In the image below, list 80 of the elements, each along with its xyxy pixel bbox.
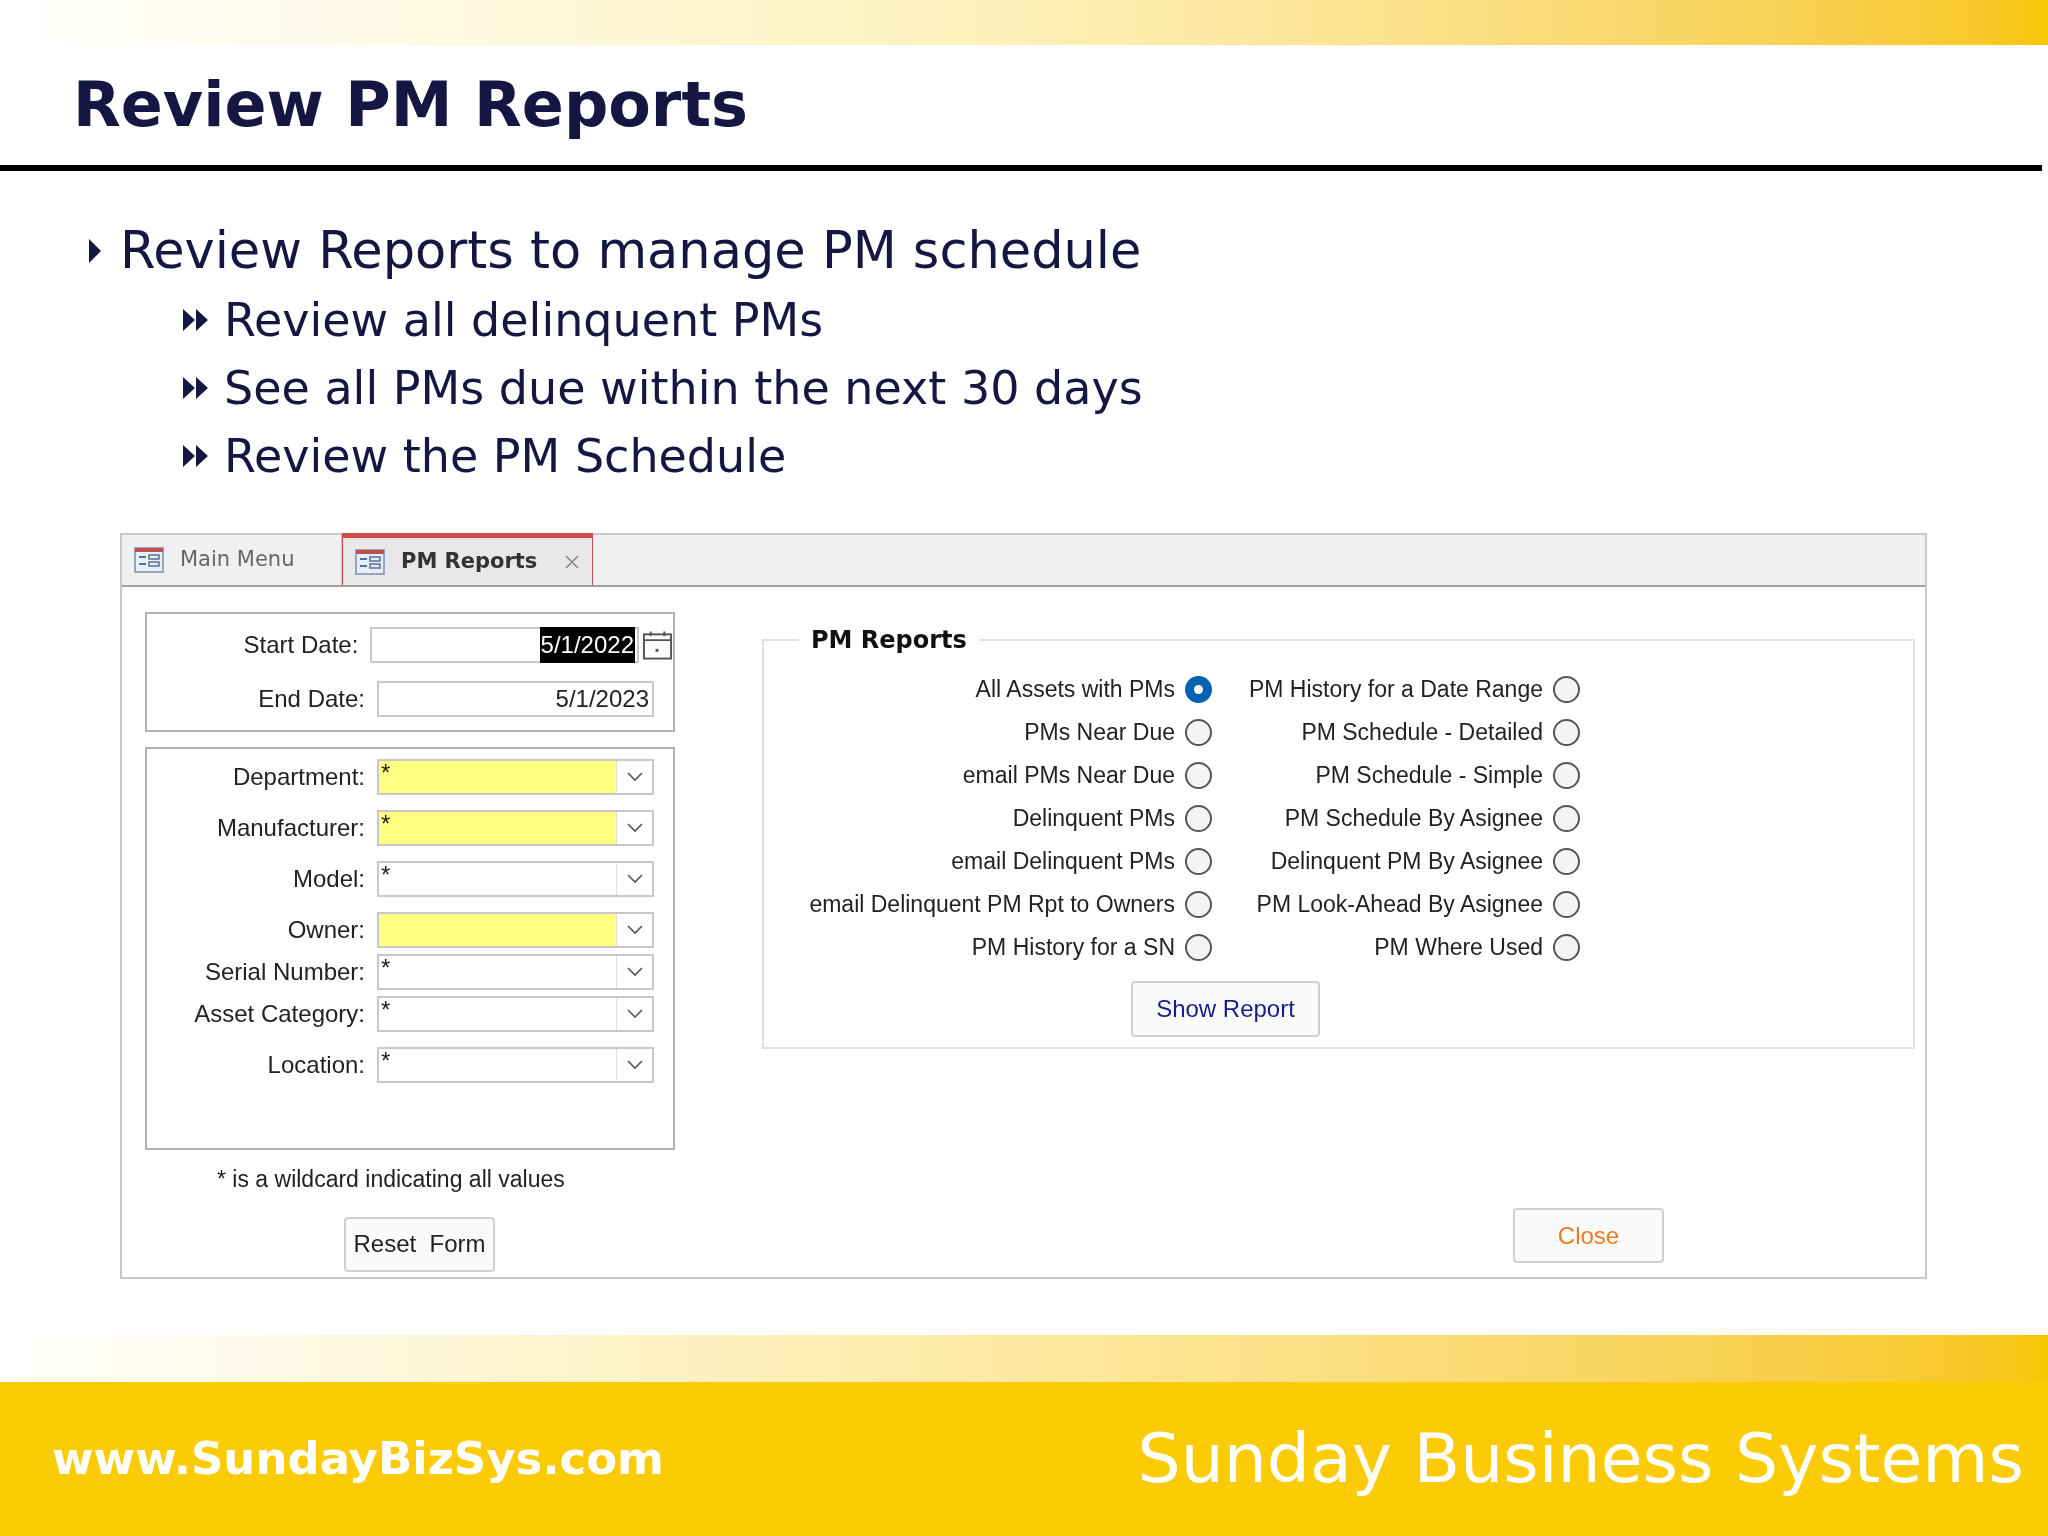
- field-label: Start Date:: [242, 630, 359, 660]
- radio-button[interactable]: [1185, 762, 1212, 789]
- field-label: Manufacturer:: [215, 813, 365, 843]
- field-value: *: [381, 861, 391, 888]
- combo-box[interactable]: *: [377, 996, 654, 1032]
- field-label: Location:: [266, 1050, 365, 1080]
- radio-button[interactable]: [1553, 805, 1580, 832]
- radio-button[interactable]: [1553, 891, 1580, 918]
- show-report-button[interactable]: Show Report: [1131, 981, 1320, 1037]
- double-triangle-bullet-icon: [182, 308, 210, 332]
- radio-button[interactable]: [1185, 934, 1212, 961]
- option-label: PM Schedule By Asignee: [1284, 804, 1543, 834]
- form-icon: [355, 548, 385, 575]
- wildcard-note: * is a wildcard indicating all values: [217, 1165, 566, 1194]
- radio-button[interactable]: [1185, 676, 1212, 703]
- tab-label: Main Menu: [180, 546, 295, 574]
- option-label: All Assets with PMs: [975, 675, 1175, 705]
- radio-button[interactable]: [1553, 676, 1580, 703]
- field-label: Model:: [291, 864, 365, 894]
- sub-bullet-text: Review all delinquent PMs: [224, 291, 824, 349]
- field-value: *: [381, 1047, 391, 1074]
- field-value: *: [381, 810, 391, 837]
- chevron-down-icon[interactable]: [626, 1009, 643, 1019]
- tab-label: PM Reports: [401, 547, 538, 575]
- date-field[interactable]: 5/1/2023: [377, 681, 654, 717]
- radio-button[interactable]: [1185, 719, 1212, 746]
- combo-box[interactable]: *: [377, 1047, 654, 1083]
- radio-button[interactable]: [1185, 848, 1212, 875]
- date-value: 5/1/2022: [539, 627, 635, 663]
- radio-button[interactable]: [1553, 848, 1580, 875]
- chevron-down-icon[interactable]: [626, 925, 643, 935]
- double-triangle-bullet-icon: [182, 376, 210, 400]
- double-triangle-bullet-icon: [182, 444, 210, 468]
- date-field[interactable]: 5/1/2022: [370, 627, 639, 663]
- triangle-bullet-icon: [88, 238, 102, 264]
- option-label: Delinquent PMs: [1012, 804, 1175, 834]
- option-label: email Delinquent PM Rpt to Owners: [809, 890, 1175, 920]
- field-label: Asset Category:: [193, 999, 365, 1029]
- chevron-down-icon[interactable]: [626, 967, 643, 977]
- calendar-icon[interactable]: [642, 629, 673, 661]
- bullet-text: Review Reports to manage PM schedule: [120, 219, 1142, 282]
- sub-bullet-text: Review the PM Schedule: [224, 427, 787, 485]
- sub-bullet-text: See all PMs due within the next 30 days: [224, 359, 1143, 417]
- combo-box[interactable]: *: [377, 861, 654, 897]
- radio-button[interactable]: [1553, 719, 1580, 746]
- combo-box[interactable]: *: [377, 954, 654, 990]
- reset-form-button[interactable]: Reset Form: [344, 1216, 495, 1272]
- field-value: *: [381, 759, 391, 786]
- option-label: email Delinquent PMs: [951, 847, 1175, 877]
- field-label: End Date:: [257, 684, 365, 714]
- close-icon[interactable]: [564, 553, 580, 570]
- option-label: PM Schedule - Simple: [1315, 761, 1543, 791]
- chevron-down-icon[interactable]: [626, 823, 643, 833]
- field-label: Owner:: [286, 915, 365, 945]
- date-value: 5/1/2023: [554, 684, 650, 714]
- document-tab[interactable]: PM Reports: [342, 533, 593, 585]
- field-value: *: [381, 996, 391, 1023]
- radio-button[interactable]: [1185, 891, 1212, 918]
- option-label: Delinquent PM By Asignee: [1270, 847, 1543, 877]
- field-label: Department:: [231, 762, 365, 792]
- radio-button[interactable]: [1185, 805, 1212, 832]
- field-label: Serial Number:: [203, 957, 365, 987]
- field-value: *: [381, 954, 391, 981]
- option-label: email PMs Near Due: [962, 761, 1175, 791]
- option-label: PM Look-Ahead By Asignee: [1256, 890, 1543, 920]
- chevron-down-icon[interactable]: [626, 772, 643, 782]
- combo-box[interactable]: *: [377, 759, 654, 795]
- radio-button[interactable]: [1553, 934, 1580, 961]
- option-label: PM Schedule - Detailed: [1301, 718, 1543, 748]
- company-name: Sunday Business Systems: [1137, 1418, 2024, 1500]
- chevron-down-icon[interactable]: [626, 874, 643, 884]
- combo-box[interactable]: *: [377, 810, 654, 846]
- radio-button[interactable]: [1553, 762, 1580, 789]
- option-label: PM Where Used: [1374, 933, 1543, 963]
- chevron-down-icon[interactable]: [626, 1060, 643, 1070]
- option-label: PMs Near Due: [1024, 718, 1175, 748]
- form-icon: [134, 547, 164, 573]
- option-label: PM History for a Date Range: [1249, 675, 1543, 705]
- group-title: PM Reports: [810, 625, 968, 656]
- option-label: PM History for a SN: [971, 933, 1175, 963]
